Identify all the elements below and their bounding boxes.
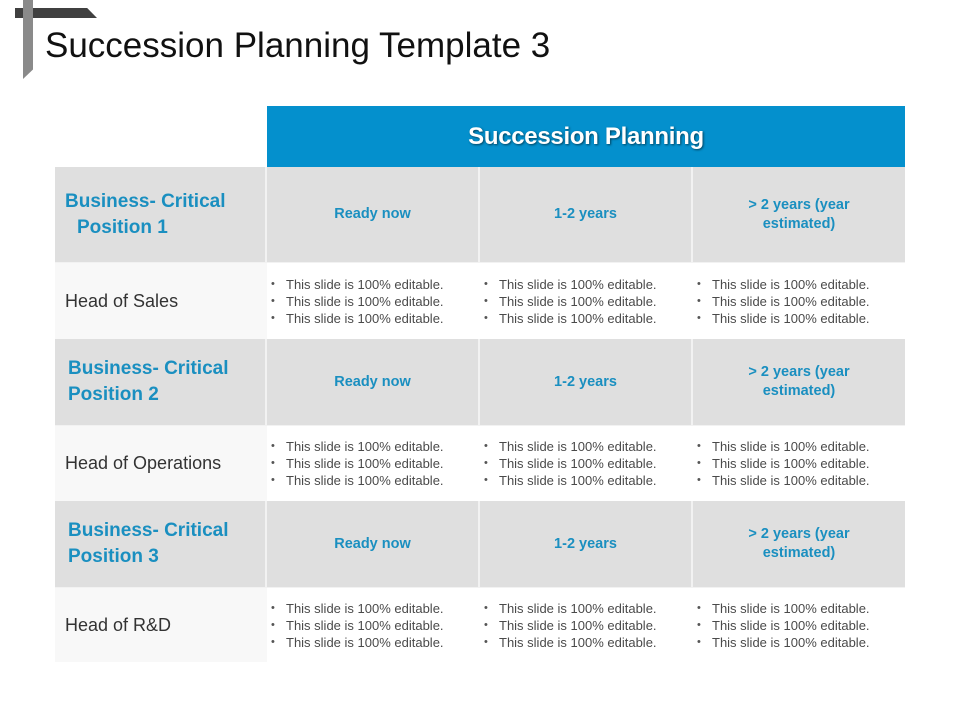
bullet-item: This slide is 100% editable.: [271, 634, 444, 651]
candidates-1-2-years: This slide is 100% editable. This slide …: [480, 263, 693, 339]
page-title: Succession Planning Template 3: [45, 26, 551, 65]
position-row: Business- Critical Position 2 Ready now …: [55, 339, 905, 426]
bullet-item: This slide is 100% editable.: [271, 617, 444, 634]
timeframe-1-2-years: 1-2 years: [480, 339, 693, 426]
bullet-item: This slide is 100% editable.: [697, 310, 870, 327]
timeframe-over-2-years: > 2 years (year estimated): [693, 339, 905, 426]
timeframe-1-2-years: 1-2 years: [480, 167, 693, 263]
bullet-item: This slide is 100% editable.: [484, 472, 657, 489]
role-label: Head of Operations: [55, 426, 267, 501]
bullet-item: This slide is 100% editable.: [271, 455, 444, 472]
timeframe-over-2-years: > 2 years (year estimated): [693, 167, 905, 263]
bullet-item: This slide is 100% editable.: [484, 310, 657, 327]
position-label-line2: Position 2: [68, 384, 159, 405]
position-label: Business- Critical Position 1: [55, 167, 267, 263]
candidates-ready-now: This slide is 100% editable. This slide …: [267, 263, 480, 339]
candidates-1-2-years: This slide is 100% editable. This slide …: [480, 588, 693, 662]
position-label-line1: Business- Critical: [68, 520, 229, 541]
position-label-line1: Business- Critical: [65, 190, 226, 212]
bullet-item: This slide is 100% editable.: [697, 276, 870, 293]
timeframe-1-2-years: 1-2 years: [480, 501, 693, 588]
candidates-over-2-years: This slide is 100% editable. This slide …: [693, 426, 905, 501]
candidates-ready-now: This slide is 100% editable. This slide …: [267, 426, 480, 501]
bullet-item: This slide is 100% editable.: [484, 600, 657, 617]
bullet-item: This slide is 100% editable.: [697, 438, 870, 455]
succession-table: Business- Critical Position 1 Ready now …: [55, 167, 905, 662]
position-label-line1: Business- Critical: [68, 358, 229, 379]
position-label-line2: Position 3: [68, 546, 159, 567]
candidates-over-2-years: This slide is 100% editable. This slide …: [693, 588, 905, 662]
position-label: Business- Critical Position 2: [55, 339, 267, 426]
candidates-ready-now: This slide is 100% editable. This slide …: [267, 588, 480, 662]
bullet-item: This slide is 100% editable.: [484, 634, 657, 651]
role-label: Head of Sales: [55, 263, 267, 339]
candidates-over-2-years: This slide is 100% editable. This slide …: [693, 263, 905, 339]
position-row: Business- Critical Position 1 Ready now …: [55, 167, 905, 263]
candidate-row: Head of Sales This slide is 100% editabl…: [55, 263, 905, 339]
candidate-row: Head of Operations This slide is 100% ed…: [55, 426, 905, 501]
timeframe-over-2-years: > 2 years (year estimated): [693, 501, 905, 588]
timeframe-ready-now: Ready now: [267, 501, 480, 588]
bullet-item: This slide is 100% editable.: [697, 634, 870, 651]
bullet-item: This slide is 100% editable.: [484, 276, 657, 293]
table-header-title: Succession Planning: [468, 122, 704, 150]
bullet-item: This slide is 100% editable.: [271, 310, 444, 327]
bullet-item: This slide is 100% editable.: [697, 455, 870, 472]
bullet-item: This slide is 100% editable.: [484, 617, 657, 634]
table-header: Succession Planning: [267, 106, 905, 167]
candidates-1-2-years: This slide is 100% editable. This slide …: [480, 426, 693, 501]
position-label: Business- Critical Position 3: [55, 501, 267, 588]
bullet-item: This slide is 100% editable.: [697, 617, 870, 634]
bullet-item: This slide is 100% editable.: [271, 276, 444, 293]
title-accent-bar-vertical: [23, 0, 33, 79]
bullet-item: This slide is 100% editable.: [484, 438, 657, 455]
bullet-item: This slide is 100% editable.: [271, 293, 444, 310]
bullet-item: This slide is 100% editable.: [697, 472, 870, 489]
bullet-item: This slide is 100% editable.: [484, 293, 657, 310]
position-row: Business- Critical Position 3 Ready now …: [55, 501, 905, 588]
bullet-item: This slide is 100% editable.: [271, 438, 444, 455]
timeframe-ready-now: Ready now: [267, 167, 480, 263]
bullet-item: This slide is 100% editable.: [697, 293, 870, 310]
bullet-item: This slide is 100% editable.: [697, 600, 870, 617]
position-label-line2: Position 1: [77, 216, 168, 238]
timeframe-ready-now: Ready now: [267, 339, 480, 426]
candidate-row: Head of R&D This slide is 100% editable.…: [55, 588, 905, 662]
bullet-item: This slide is 100% editable.: [271, 600, 444, 617]
bullet-item: This slide is 100% editable.: [271, 472, 444, 489]
role-label: Head of R&D: [55, 588, 267, 662]
bullet-item: This slide is 100% editable.: [484, 455, 657, 472]
